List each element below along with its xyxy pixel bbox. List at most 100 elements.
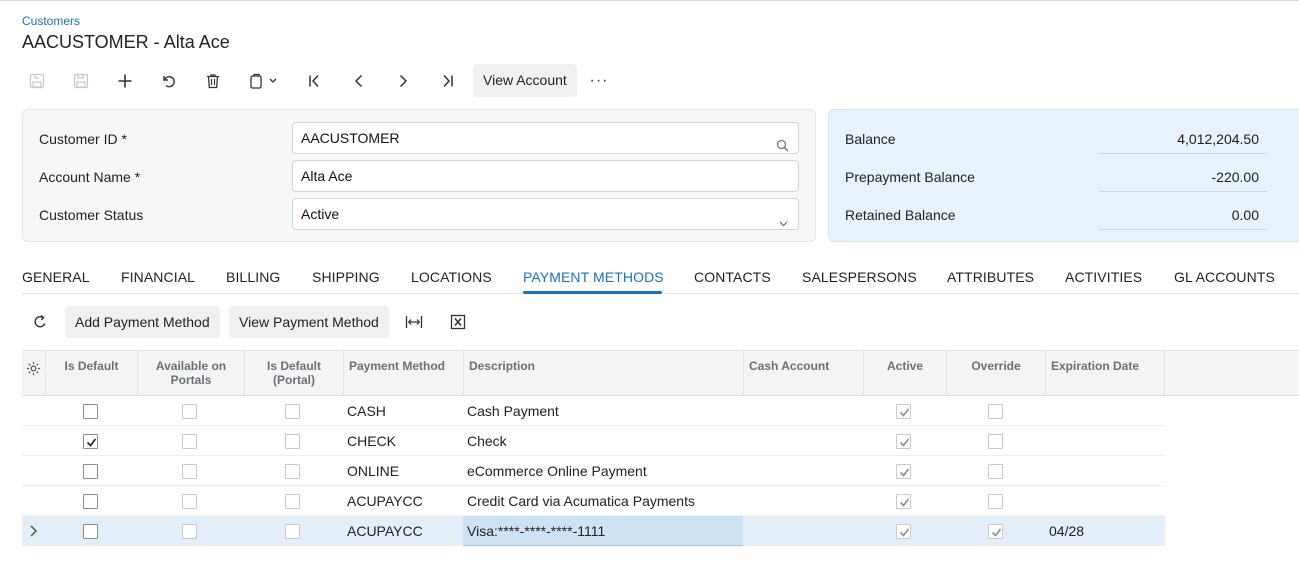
add-payment-method-button[interactable]: Add Payment Method: [65, 306, 220, 338]
add-icon[interactable]: [110, 64, 140, 98]
grid-header: Is Default Available on Portals Is Defau…: [22, 350, 1299, 396]
header-default-portal-line2: (Portal): [273, 373, 315, 387]
view-payment-method-button[interactable]: View Payment Method: [229, 306, 389, 338]
header-override[interactable]: Override: [947, 351, 1046, 396]
table-row[interactable]: ACUPAYCC Visa:****-****-****-1111 04/28: [22, 516, 1165, 546]
prepayment-balance-value: -220.00: [1099, 162, 1267, 192]
header-available-on-portals[interactable]: Available on Portals: [138, 351, 245, 396]
view-account-button[interactable]: View Account: [473, 64, 577, 97]
is-default-checkbox[interactable]: [83, 434, 98, 449]
is-default-portal-checkbox[interactable]: [285, 434, 300, 449]
customer-status-select[interactable]: Active: [292, 198, 799, 230]
expiration-date-cell[interactable]: 04/28: [1049, 516, 1084, 546]
header-description[interactable]: Description: [464, 351, 744, 396]
tab-shipping[interactable]: SHIPPING: [312, 269, 380, 285]
available-on-portals-checkbox[interactable]: [182, 524, 197, 539]
save-close-icon[interactable]: [22, 64, 52, 98]
override-checkbox[interactable]: [988, 434, 1003, 449]
customer-id-field[interactable]: AACUSTOMER: [292, 122, 799, 154]
tab-billing[interactable]: BILLING: [226, 269, 280, 285]
is-default-portal-checkbox[interactable]: [285, 464, 300, 479]
active-checkbox[interactable]: [896, 524, 911, 539]
is-default-checkbox[interactable]: [83, 404, 98, 419]
is-default-checkbox[interactable]: [83, 464, 98, 479]
expand-row-icon[interactable]: [28, 524, 40, 541]
main-toolbar: View Account ···: [22, 64, 722, 98]
search-icon[interactable]: [776, 132, 789, 162]
active-checkbox[interactable]: [896, 434, 911, 449]
undo-icon[interactable]: [154, 64, 184, 98]
payment-method-cell[interactable]: ACUPAYCC: [347, 516, 423, 546]
tab-locations[interactable]: LOCATIONS: [411, 269, 492, 285]
description-cell[interactable]: Cash Payment: [467, 396, 559, 426]
tab-payment-methods[interactable]: PAYMENT METHODS: [523, 269, 664, 285]
table-row[interactable]: ONLINE eCommerce Online Payment: [22, 456, 1165, 486]
customer-id-label: Customer ID *: [39, 131, 127, 147]
customer-id-value: AACUSTOMER: [301, 130, 400, 146]
description-cell[interactable]: Check: [467, 426, 507, 456]
table-row[interactable]: ACUPAYCC Credit Card via Acumatica Paymen…: [22, 486, 1165, 516]
available-on-portals-checkbox[interactable]: [182, 494, 197, 509]
available-on-portals-checkbox[interactable]: [182, 404, 197, 419]
override-checkbox[interactable]: [988, 524, 1003, 539]
customer-status-label: Customer Status: [39, 207, 144, 223]
header-is-default[interactable]: Is Default: [46, 351, 138, 396]
header-expiration-date[interactable]: Expiration Date: [1046, 351, 1165, 396]
tab-financial[interactable]: FINANCIAL: [121, 269, 195, 285]
description-cell[interactable]: Credit Card via Acumatica Payments: [467, 486, 695, 516]
column-settings-icon[interactable]: [22, 351, 46, 396]
payment-method-cell[interactable]: ACUPAYCC: [347, 486, 423, 516]
delete-icon[interactable]: [198, 64, 228, 98]
available-on-portals-checkbox[interactable]: [182, 434, 197, 449]
override-checkbox[interactable]: [988, 494, 1003, 509]
refresh-icon[interactable]: [25, 306, 55, 338]
is-default-checkbox[interactable]: [83, 524, 98, 539]
header-active[interactable]: Active: [864, 351, 947, 396]
table-row[interactable]: CHECK Check: [22, 426, 1165, 456]
description-cell[interactable]: Visa:****-****-****-1111: [467, 516, 605, 546]
tab-gl-accounts[interactable]: GL ACCOUNTS: [1174, 269, 1275, 285]
is-default-portal-checkbox[interactable]: [285, 494, 300, 509]
prepayment-balance-label: Prepayment Balance: [845, 169, 975, 185]
retained-balance-label: Retained Balance: [845, 207, 956, 223]
override-checkbox[interactable]: [988, 464, 1003, 479]
chevron-down-icon[interactable]: [778, 209, 789, 239]
save-icon[interactable]: [66, 64, 96, 98]
customer-summary-panel: Customer ID * AACUSTOMER Account Name * …: [22, 109, 816, 242]
is-default-checkbox[interactable]: [83, 494, 98, 509]
balance-label: Balance: [845, 131, 896, 147]
account-name-field[interactable]: Alta Ace: [292, 160, 799, 192]
header-payment-method[interactable]: Payment Method: [344, 351, 464, 396]
tab-attributes[interactable]: ATTRIBUTES: [947, 269, 1034, 285]
previous-record-icon[interactable]: [344, 64, 374, 98]
customer-status-value: Active: [301, 206, 340, 222]
is-default-portal-checkbox[interactable]: [285, 404, 300, 419]
active-checkbox[interactable]: [896, 464, 911, 479]
header-cash-account[interactable]: Cash Account: [744, 351, 864, 396]
next-record-icon[interactable]: [388, 64, 418, 98]
tab-general[interactable]: GENERAL: [22, 269, 90, 285]
header-is-default-portal[interactable]: Is Default (Portal): [245, 351, 344, 396]
balance-value: 4,012,204.50: [1099, 124, 1267, 154]
description-cell[interactable]: eCommerce Online Payment: [467, 456, 647, 486]
active-checkbox[interactable]: [896, 404, 911, 419]
account-name-value: Alta Ace: [301, 168, 353, 184]
breadcrumb[interactable]: Customers: [22, 14, 80, 28]
table-row[interactable]: CASH Cash Payment: [22, 396, 1165, 426]
fit-columns-icon[interactable]: [399, 306, 429, 338]
more-icon[interactable]: ···: [584, 64, 614, 98]
last-record-icon[interactable]: [432, 64, 462, 98]
export-excel-icon[interactable]: [443, 306, 473, 338]
tab-activities[interactable]: ACTIVITIES: [1065, 269, 1142, 285]
override-checkbox[interactable]: [988, 404, 1003, 419]
tab-contacts[interactable]: CONTACTS: [694, 269, 771, 285]
payment-method-cell[interactable]: ONLINE: [347, 456, 399, 486]
first-record-icon[interactable]: [300, 64, 330, 98]
available-on-portals-checkbox[interactable]: [182, 464, 197, 479]
payment-method-cell[interactable]: CASH: [347, 396, 386, 426]
copy-paste-icon[interactable]: [244, 64, 284, 98]
tab-salespersons[interactable]: SALESPERSONS: [802, 269, 917, 285]
active-checkbox[interactable]: [896, 494, 911, 509]
payment-method-cell[interactable]: CHECK: [347, 426, 396, 456]
is-default-portal-checkbox[interactable]: [285, 524, 300, 539]
